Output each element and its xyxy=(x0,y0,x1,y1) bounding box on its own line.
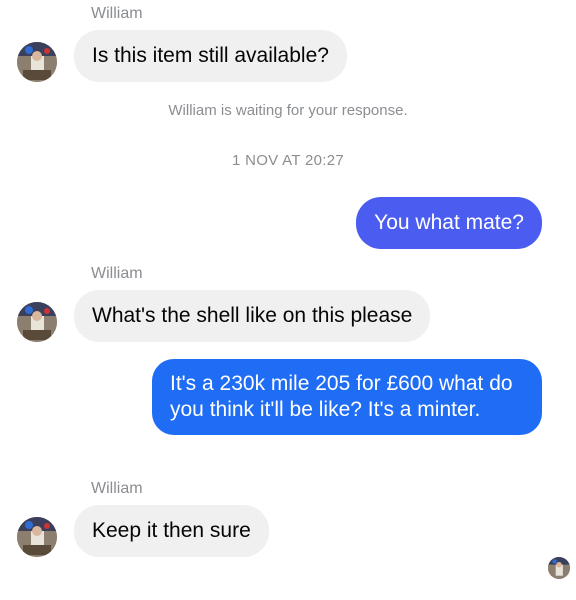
message-bubble-outgoing[interactable]: You what mate? xyxy=(356,197,542,249)
sender-name: William xyxy=(91,480,143,497)
message-timestamp: 1 NOV AT 20:27 xyxy=(231,152,345,169)
avatar-icon[interactable] xyxy=(17,302,57,342)
message-bubble-outgoing[interactable]: It's a 230k mile 205 for £600 what do yo… xyxy=(152,359,542,435)
message-bubble-incoming[interactable]: Keep it then sure xyxy=(74,505,269,557)
message-bubble-incoming[interactable]: What's the shell like on this please xyxy=(74,290,431,342)
sender-name: William xyxy=(91,5,143,22)
waiting-status-text: William is waiting for your response. xyxy=(168,102,408,119)
avatar-icon[interactable] xyxy=(17,517,57,557)
message-bubble-incoming[interactable]: Is this item still available? xyxy=(74,30,347,82)
sender-name: William xyxy=(91,265,143,282)
avatar-icon[interactable] xyxy=(17,42,57,82)
read-receipt-avatar-icon xyxy=(548,557,570,579)
